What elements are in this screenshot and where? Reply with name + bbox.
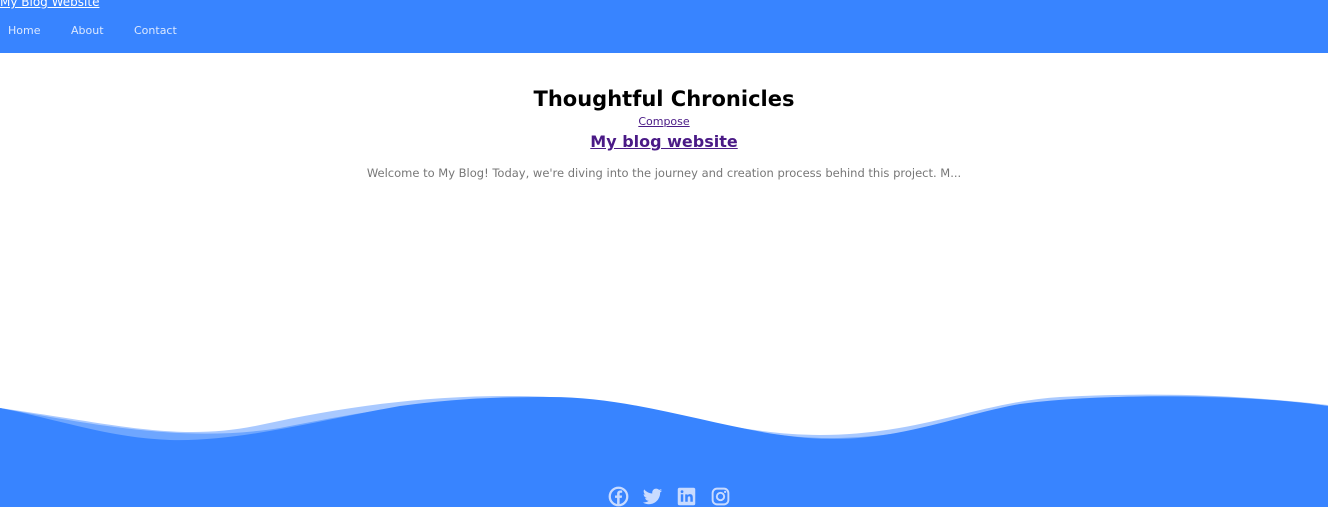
site-footer xyxy=(0,380,1328,507)
facebook-icon[interactable] xyxy=(608,486,629,507)
social-links xyxy=(608,486,731,507)
main-nav: Home About Contact xyxy=(8,24,177,37)
compose-link[interactable]: Compose xyxy=(0,115,1328,128)
instagram-icon[interactable] xyxy=(710,486,731,507)
nav-contact[interactable]: Contact xyxy=(134,24,177,37)
nav-home[interactable]: Home xyxy=(8,24,71,37)
twitter-icon[interactable] xyxy=(642,486,663,507)
post-title-link[interactable]: My blog website xyxy=(0,132,1328,152)
linkedin-icon[interactable] xyxy=(676,486,697,507)
page-title: Thoughtful Chronicles xyxy=(533,87,795,111)
post-excerpt: Welcome to My Blog! Today, we're diving … xyxy=(366,166,962,180)
site-header: My Blog Website Home About Contact xyxy=(0,0,1328,53)
nav-about[interactable]: About xyxy=(71,24,134,37)
brand-link[interactable]: My Blog Website xyxy=(0,0,99,9)
